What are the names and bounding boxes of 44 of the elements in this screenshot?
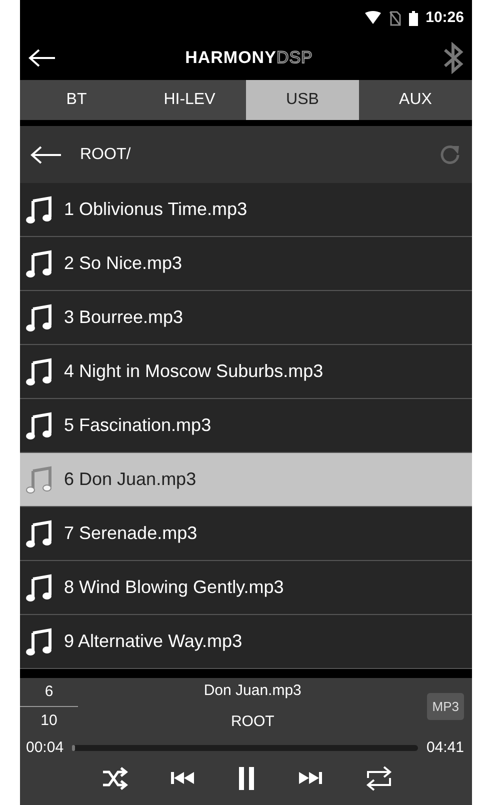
folder-back-button[interactable] [30,144,62,164]
refresh-icon [438,142,462,166]
music-note-icon [26,628,52,656]
file-row[interactable]: 6 Don Juan.mp3 [20,453,472,507]
track-number: 6 [20,680,78,707]
wifi-icon [364,11,381,25]
music-note-icon [26,520,52,548]
file-row[interactable]: 9 Alternative Way.mp3 [20,615,472,669]
music-note-icon [26,358,52,386]
music-note-icon [26,412,52,440]
track-title: Don Juan.mp3 [204,681,302,701]
file-row[interactable]: 2 So Nice.mp3 [20,237,472,291]
duration-time: 04:41 [426,738,464,758]
no-sim-icon [388,10,401,26]
format-label: MP3 [427,692,464,720]
file-row[interactable]: 3 Bourree.mp3 [20,291,472,345]
app-logo: HARMONYDSP [185,47,313,70]
track-folder: ROOT [230,712,274,732]
track-total: 10 [40,711,58,731]
bluetooth-button[interactable] [442,42,464,74]
back-arrow-icon [28,48,56,68]
elapsed-time: 00:04 [26,738,64,758]
back-button[interactable] [28,48,56,68]
back-arrow-icon [30,144,62,164]
repeat-button[interactable] [365,764,394,792]
music-note-icon [26,304,52,332]
source-tab[interactable]: USB [246,80,359,120]
source-tab[interactable]: BT [20,80,133,120]
music-note-icon [26,196,52,224]
bluetooth-icon [442,42,464,74]
file-row[interactable]: 4 Night in Moscow Suburbs.mp3 [20,345,472,399]
file-row[interactable]: 1 Oblivionus Time.mp3 [20,183,472,237]
source-tab[interactable]: HI-LEV [133,80,246,120]
music-note-icon [26,574,52,602]
music-note-icon [26,250,52,278]
music-note-icon [26,466,52,494]
battery-icon [408,10,418,26]
status-time: 10:26 [426,8,464,28]
source-tab[interactable]: AUX [359,80,472,120]
repeat-icon [365,764,394,792]
file-row[interactable]: 8 Wind Blowing Gently.mp3 [20,561,472,615]
file-row[interactable]: 5 Fascination.mp3 [20,399,472,453]
file-row[interactable]: 7 Serenade.mp3 [20,507,472,561]
folder-path: ROOT/ [80,144,131,164]
